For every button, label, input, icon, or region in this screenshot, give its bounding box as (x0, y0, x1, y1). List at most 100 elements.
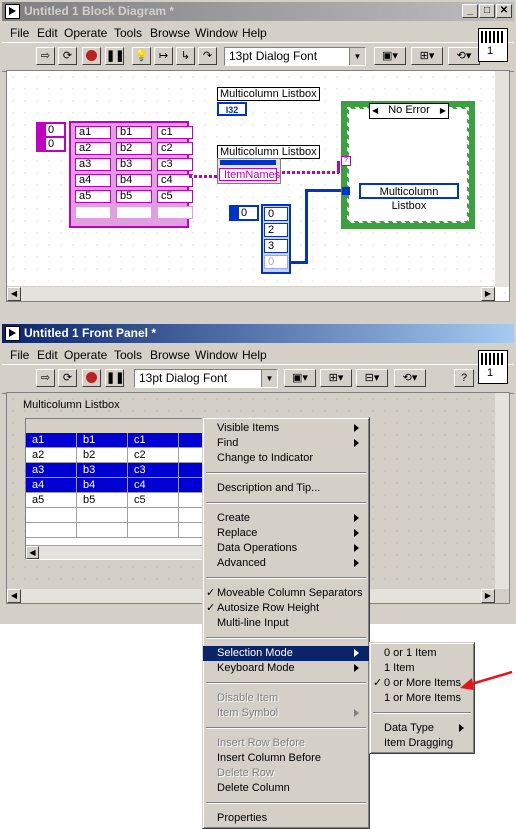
menu-item-description-and-tip[interactable]: Description and Tip... (203, 481, 369, 496)
menu-item-insert-column-before[interactable]: Insert Column Before (203, 751, 369, 766)
listbox-cell[interactable]: b4 (77, 478, 128, 493)
array-index-0[interactable]: 0 (46, 124, 64, 136)
case-listbox-node[interactable]: Multicolumn Listbox (359, 183, 459, 212)
pause-icon[interactable]: ❚❚ (105, 47, 124, 65)
listbox-cell[interactable]: a1 (26, 433, 77, 448)
listbox-cell-empty[interactable] (26, 523, 77, 538)
menu-operate[interactable]: Operate (64, 26, 107, 40)
listbox-cell[interactable]: a4 (26, 478, 77, 493)
vertical-scrollbar[interactable] (495, 71, 509, 287)
case-selector[interactable]: ◀ No Error ▶ (369, 103, 449, 119)
menu-file[interactable]: File (10, 26, 29, 40)
case-prev-icon[interactable]: ◀ (372, 104, 378, 117)
listbox-cell[interactable]: b5 (77, 493, 128, 508)
listbox-cell-empty[interactable] (128, 508, 179, 523)
menu-item-delete-column[interactable]: Delete Column (203, 781, 369, 796)
const-array-cell[interactable]: 3 (264, 239, 288, 253)
maximize-button[interactable]: □ (479, 4, 495, 18)
highlight-execution-icon[interactable]: 💡 (132, 47, 151, 65)
listbox-cell[interactable]: b1 (77, 433, 128, 448)
menu-item-data-operations[interactable]: Data Operations (203, 541, 369, 556)
const-array-cell[interactable]: 2 (264, 223, 288, 237)
run-icon[interactable]: ⇨ (36, 47, 55, 65)
array-cell-empty[interactable] (157, 206, 193, 219)
menu-item-moveable-column-separators[interactable]: Moveable Column Separators ✓ (203, 586, 369, 601)
pause-icon[interactable]: ❚❚ (105, 369, 124, 387)
listbox-cell[interactable]: a3 (26, 463, 77, 478)
array-cell[interactable]: c5 (157, 190, 193, 203)
menu-item-find[interactable]: Find (203, 436, 369, 451)
array-cell[interactable]: b3 (116, 158, 152, 171)
scroll-left-icon[interactable]: ◀ (7, 589, 21, 603)
align-objects-icon[interactable]: ▣▾ (284, 369, 316, 387)
listbox-cell[interactable]: c2 (128, 448, 179, 463)
menu-file[interactable]: File (10, 348, 29, 362)
array-cell[interactable]: c3 (157, 158, 193, 171)
vertical-scrollbar[interactable] (495, 393, 509, 589)
array-cell[interactable]: b5 (116, 190, 152, 203)
array-cell-empty[interactable] (116, 206, 152, 219)
abort-icon[interactable] (82, 369, 101, 387)
step-into-icon[interactable]: ↳ (176, 47, 195, 65)
array-cell-empty[interactable] (75, 206, 111, 219)
step-over-icon[interactable]: ↷ (198, 47, 217, 65)
case-structure[interactable]: ◀ No Error ▶ Multicolumn Listbox ? (341, 101, 475, 229)
distribute-objects-icon[interactable]: ⊞▾ (320, 369, 352, 387)
listbox-cell[interactable]: c5 (128, 493, 179, 508)
menu-browse[interactable]: Browse (150, 26, 190, 40)
array-cell[interactable]: b4 (116, 174, 152, 187)
const-array-cell[interactable]: 0 (264, 255, 288, 269)
listbox-cell-empty[interactable] (77, 508, 128, 523)
retain-wire-values-icon[interactable]: ↦ (154, 47, 173, 65)
menu-tools[interactable]: Tools (114, 26, 142, 40)
array-cell[interactable]: a1 (75, 126, 111, 139)
listbox-cell[interactable]: a5 (26, 493, 77, 508)
array-cell[interactable]: b2 (116, 142, 152, 155)
run-continuously-icon[interactable]: ⟳ (58, 47, 77, 65)
scroll-left-icon[interactable]: ◀ (7, 287, 21, 301)
listbox-cell[interactable]: c4 (128, 478, 179, 493)
run-icon[interactable]: ⇨ (36, 369, 55, 387)
menu-browse[interactable]: Browse (150, 348, 190, 362)
listbox-cell-empty[interactable] (128, 523, 179, 538)
array-cell[interactable]: b1 (116, 126, 152, 139)
abort-icon[interactable] (82, 47, 101, 65)
menu-item-autosize-row-height[interactable]: Autosize Row Height ✓ (203, 601, 369, 616)
vi-icon[interactable]: 1 (478, 28, 508, 62)
menu-item-replace[interactable]: Replace (203, 526, 369, 541)
menu-item-0-or-1-item[interactable]: 0 or 1 Item (370, 646, 474, 661)
align-objects-icon[interactable]: ▣▾ (374, 47, 406, 65)
const-index-value[interactable]: 0 (239, 207, 257, 219)
array-cell[interactable]: c1 (157, 126, 193, 139)
menu-edit[interactable]: Edit (37, 348, 58, 362)
menu-help[interactable]: Help (242, 348, 267, 362)
menu-item-change-to-indicator[interactable]: Change to Indicator (203, 451, 369, 466)
array-index-1[interactable]: 0 (46, 138, 64, 150)
menu-window[interactable]: Window (195, 348, 238, 362)
menu-tools[interactable]: Tools (114, 348, 142, 362)
block-diagram-titlebar[interactable]: Untitled 1 Block Diagram * _ □ ✕ (2, 2, 514, 21)
help-icon[interactable]: ? (454, 369, 474, 387)
horizontal-scrollbar[interactable]: ◀ ▶ (7, 286, 495, 301)
menu-help[interactable]: Help (242, 26, 267, 40)
font-combo[interactable]: 13pt Dialog Font ▼ (134, 369, 278, 388)
vi-icon[interactable]: 1 (478, 350, 508, 384)
property-item-names[interactable]: ItemNames (219, 168, 280, 181)
menu-item-properties[interactable]: Properties (203, 811, 369, 826)
property-node[interactable]: ItemNames (217, 158, 281, 184)
menu-edit[interactable]: Edit (37, 26, 58, 40)
scroll-right-icon[interactable]: ▶ (481, 287, 495, 301)
listbox-cell[interactable]: b2 (77, 448, 128, 463)
listbox-cell[interactable]: c3 (128, 463, 179, 478)
run-continuously-icon[interactable]: ⟳ (58, 369, 77, 387)
menu-item-keyboard-mode[interactable]: Keyboard Mode (203, 661, 369, 676)
listbox-cell[interactable]: c1 (128, 433, 179, 448)
menu-item-item-dragging[interactable]: Item Dragging (370, 736, 474, 751)
font-combo[interactable]: 13pt Dialog Font ▼ (224, 47, 366, 66)
minimize-button[interactable]: _ (462, 4, 478, 18)
i32-terminal[interactable]: I32 (217, 102, 247, 116)
menu-window[interactable]: Window (195, 26, 238, 40)
menu-item-multi-line-input[interactable]: Multi-line Input (203, 616, 369, 631)
scroll-right-icon[interactable]: ▶ (481, 589, 495, 603)
reorder-icon[interactable]: ⟲▾ (448, 47, 480, 65)
